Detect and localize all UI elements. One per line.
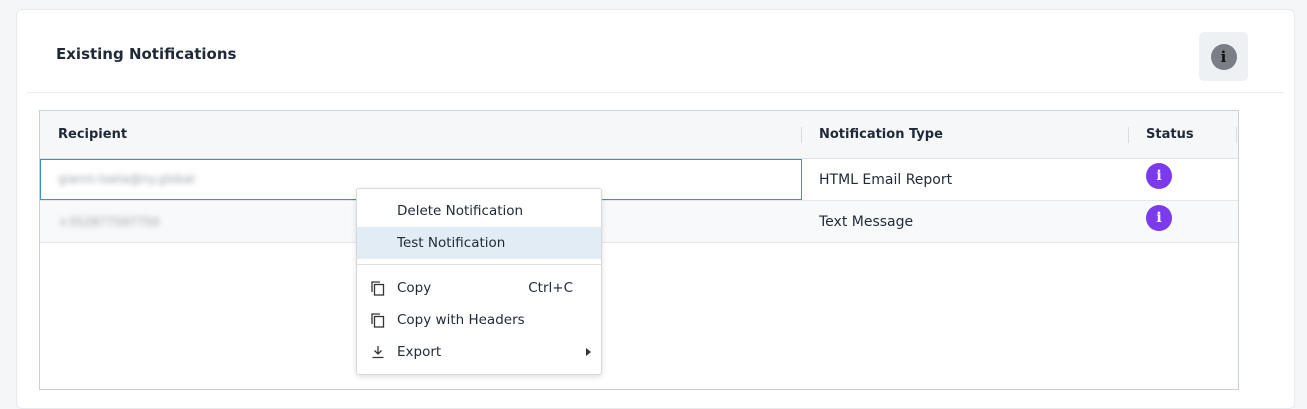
card-title: Existing Notifications [56, 45, 237, 63]
notification-type-cell[interactable]: Text Message [819, 201, 913, 243]
menu-item-copy[interactable]: Copy Ctrl+C [357, 272, 601, 304]
menu-item-label: Export [397, 344, 442, 360]
menu-item-test-notification[interactable]: Test Notification [357, 227, 601, 259]
copy-icon [370, 304, 386, 336]
column-separator[interactable] [1236, 127, 1237, 143]
shortcut-label: Ctrl+C [528, 280, 573, 296]
table-row[interactable]: gianni-loeta@ny.global HTML Email Report… [40, 159, 1238, 201]
grid-header: Recipient Notification Type Status [40, 111, 1238, 159]
info-icon: i [1210, 43, 1237, 70]
menu-item-export[interactable]: Export [357, 336, 601, 368]
menu-item-copy-with-headers[interactable]: Copy with Headers [357, 304, 601, 336]
download-icon [370, 336, 386, 368]
menu-item-label: Test Notification [397, 235, 506, 251]
menu-item-label: Delete Notification [397, 203, 524, 219]
submenu-arrow-icon [586, 348, 591, 356]
menu-divider [357, 264, 601, 265]
menu-item-delete-notification[interactable]: Delete Notification [357, 195, 601, 227]
column-header-status[interactable]: Status [1146, 111, 1194, 159]
menu-item-label: Copy with Headers [397, 312, 525, 328]
card-header: Existing Notifications i [27, 10, 1284, 93]
notification-type-cell[interactable]: HTML Email Report [819, 159, 952, 201]
menu-item-label: Copy [397, 280, 432, 296]
column-separator[interactable] [1128, 127, 1129, 143]
column-header-recipient[interactable]: Recipient [58, 111, 127, 159]
info-icon[interactable]: i [1146, 163, 1172, 189]
recipient-value: gianni-loeta@ny.global [58, 172, 195, 186]
recipient-cell[interactable]: +352877597750 [58, 201, 160, 243]
context-menu: Delete Notification Test Notification Co… [356, 188, 602, 375]
table-row[interactable]: +352877597750 Text Message i [40, 201, 1238, 243]
notifications-grid: Recipient Notification Type Status giann… [39, 110, 1239, 390]
info-icon[interactable]: i [1146, 205, 1172, 231]
info-button[interactable]: i [1199, 32, 1248, 81]
column-header-notification-type[interactable]: Notification Type [819, 111, 943, 159]
recipient-value: +352877597750 [58, 215, 160, 229]
column-separator[interactable] [801, 127, 802, 143]
copy-icon [370, 272, 386, 304]
